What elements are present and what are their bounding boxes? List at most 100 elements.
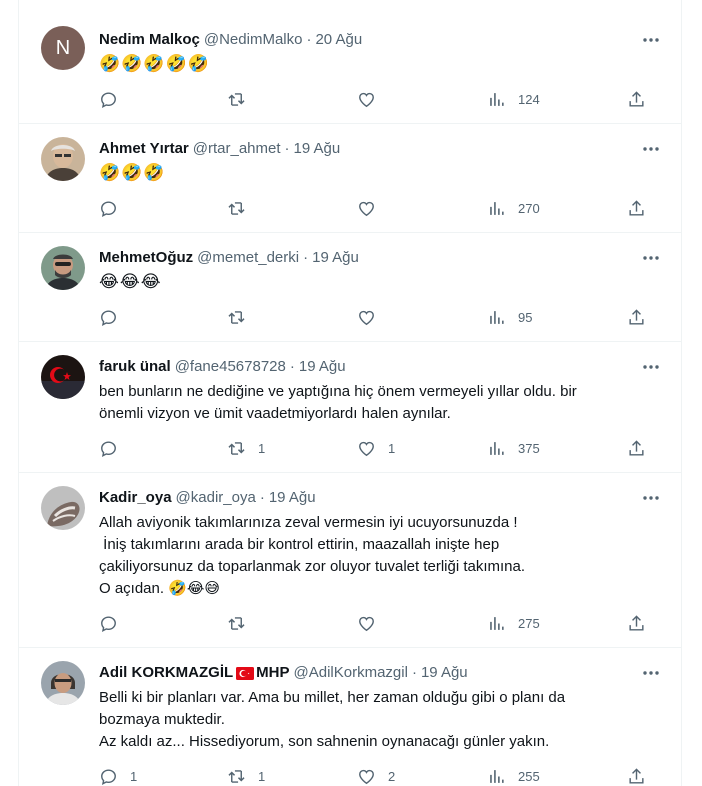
tweet-date[interactable]: 19 Ağu <box>294 139 341 159</box>
reply-button[interactable]: 1 <box>99 766 137 786</box>
retweet-button[interactable]: 1 <box>227 766 265 786</box>
views-button[interactable]: 375 <box>487 438 540 458</box>
tweet[interactable]: Ahmet Yırtar @rtar_ahmet · 19 Ağu 🤣🤣🤣 27… <box>19 123 681 233</box>
share-button[interactable] <box>627 613 646 633</box>
like-button[interactable] <box>357 307 388 327</box>
retweet-icon <box>228 310 245 324</box>
retweet-button[interactable] <box>227 307 258 327</box>
share-icon <box>629 199 644 216</box>
tweet-date[interactable]: 20 Ağu <box>315 30 362 50</box>
tweet-actions: 95 <box>99 307 659 327</box>
view-count: 124 <box>518 91 540 107</box>
tweet-text: Belli ki bir planları var. Ama bu millet… <box>99 689 566 750</box>
separator-dot: · <box>303 249 309 266</box>
more-icon[interactable] <box>639 248 663 268</box>
avatar[interactable] <box>41 355 85 399</box>
reply-icon <box>101 440 116 457</box>
share-button[interactable] <box>627 89 646 109</box>
avatar[interactable] <box>41 486 85 530</box>
more-icon[interactable] <box>639 139 663 159</box>
like-button[interactable] <box>357 89 388 109</box>
share-icon <box>629 90 644 107</box>
retweet-button[interactable] <box>227 198 258 218</box>
more-icon[interactable] <box>639 488 663 508</box>
tweet-date[interactable]: 19 Ağu <box>299 357 346 377</box>
retweet-button[interactable]: 1 <box>227 438 265 458</box>
views-icon <box>490 92 504 106</box>
share-icon <box>629 614 644 631</box>
tweet-header: Nedim Malkoç @NedimMalko · 20 Ağu <box>99 30 362 50</box>
share-button[interactable] <box>627 198 646 218</box>
tweet[interactable]: Kadir_oya @kadir_oya · 19 Ağu Allah aviy… <box>19 472 681 648</box>
display-name[interactable]: faruk ünal <box>99 357 171 377</box>
separator-dot: · <box>289 358 295 375</box>
tweet-header: Kadir_oya @kadir_oya · 19 Ağu <box>99 488 316 508</box>
tweet[interactable]: MehmetOğuz @memet_derki · 19 Ağu 😂😂😂 95 <box>19 232 681 342</box>
tweet-text: 😂😂😂 <box>99 272 162 292</box>
separator-dot: · <box>306 31 312 48</box>
reply-button[interactable] <box>99 307 130 327</box>
share-button[interactable] <box>627 766 646 786</box>
reply-icon <box>101 200 116 217</box>
separator-dot: · <box>259 489 265 506</box>
tweet[interactable]: Adil KORKMAZGİL MHP @AdilKorkmazgil · 19… <box>19 647 681 786</box>
tweet-date[interactable]: 19 Ağu <box>421 663 468 683</box>
more-icon[interactable] <box>639 663 663 683</box>
views-icon <box>490 616 504 630</box>
share-icon <box>629 439 644 456</box>
heart-icon <box>359 92 374 107</box>
tweet-header: faruk ünal @fane45678728 · 19 Ağu <box>99 357 346 377</box>
tweet[interactable]: N Nedim Malkoç @NedimMalko · 20 Ağu 🤣🤣🤣🤣… <box>19 0 681 124</box>
views-button[interactable]: 270 <box>487 198 540 218</box>
like-button[interactable]: 1 <box>357 438 395 458</box>
avatar[interactable] <box>41 246 85 290</box>
tweet-date[interactable]: 19 Ağu <box>312 248 359 268</box>
handle[interactable]: @memet_derki <box>197 248 299 268</box>
share-button[interactable] <box>627 307 646 327</box>
more-icon[interactable] <box>639 30 663 50</box>
handle[interactable]: @kadir_oya <box>176 488 256 508</box>
views-button[interactable]: 275 <box>487 613 540 633</box>
avatar-photo <box>41 355 85 399</box>
reply-button[interactable] <box>99 198 130 218</box>
reply-icon <box>101 768 116 785</box>
avatar[interactable]: N <box>41 26 85 70</box>
avatar[interactable] <box>41 137 85 181</box>
reply-icon <box>101 615 116 632</box>
display-name[interactable]: Nedim Malkoç <box>99 30 200 50</box>
retweet-button[interactable] <box>227 89 258 109</box>
like-count: 2 <box>388 768 396 784</box>
heart-icon <box>359 441 374 456</box>
display-name[interactable]: Ahmet Yırtar <box>99 139 189 159</box>
like-button[interactable] <box>357 613 388 633</box>
display-name[interactable]: Adil KORKMAZGİL <box>99 663 233 683</box>
avatar-photo <box>41 137 85 181</box>
avatar[interactable] <box>41 661 85 705</box>
views-button[interactable]: 124 <box>487 89 540 109</box>
views-icon <box>490 441 504 455</box>
tweet-text: 🤣🤣🤣🤣🤣 <box>99 54 210 74</box>
handle[interactable]: @NedimMalko <box>204 30 303 50</box>
display-name[interactable]: MehmetOğuz <box>99 248 193 268</box>
reply-button[interactable] <box>99 89 130 109</box>
more-icon[interactable] <box>639 357 663 377</box>
share-button[interactable] <box>627 438 646 458</box>
handle[interactable]: @AdilKorkmazgil <box>294 663 408 683</box>
tweet-actions: 1 1 375 <box>99 438 659 458</box>
reply-button[interactable] <box>99 438 130 458</box>
views-button[interactable]: 95 <box>487 307 532 327</box>
display-name[interactable]: Kadir_oya <box>99 488 172 508</box>
handle[interactable]: @fane45678728 <box>175 357 286 377</box>
tweet-date[interactable]: 19 Ağu <box>269 488 316 508</box>
view-count: 375 <box>518 440 540 456</box>
views-button[interactable]: 255 <box>487 766 540 786</box>
like-button[interactable]: 2 <box>357 766 395 786</box>
like-button[interactable] <box>357 198 388 218</box>
views-icon <box>490 201 504 215</box>
retweet-button[interactable] <box>227 613 258 633</box>
retweet-icon <box>228 92 245 106</box>
share-icon <box>629 308 644 325</box>
tweet[interactable]: faruk ünal @fane45678728 · 19 Ağu ben bu… <box>19 341 681 473</box>
reply-button[interactable] <box>99 613 130 633</box>
handle[interactable]: @rtar_ahmet <box>193 139 281 159</box>
